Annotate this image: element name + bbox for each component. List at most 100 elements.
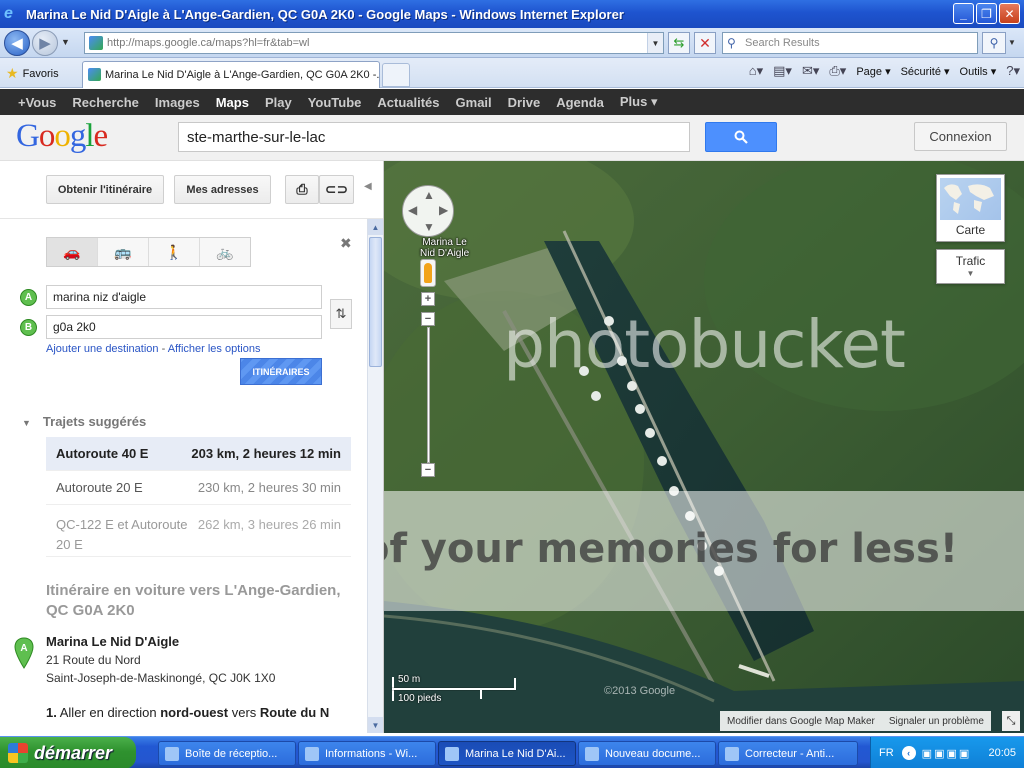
destination-input[interactable]: g0a 2k0 bbox=[46, 315, 322, 339]
mail-icon[interactable]: ✉▾ bbox=[802, 63, 819, 79]
map-maker-link[interactable]: Modifier dans Google Map Maker bbox=[720, 716, 882, 727]
suggested-routes-heading[interactable]: ▼ Trajets suggérés bbox=[22, 414, 146, 429]
transit-mode-icon[interactable]: 🚌 bbox=[98, 238, 149, 266]
language-indicator[interactable]: FR bbox=[879, 747, 894, 759]
maps-search-button[interactable] bbox=[705, 122, 777, 152]
panel-scrollbar[interactable]: ▲ ▼ bbox=[367, 219, 383, 733]
place-address-line1: 21 Route du Nord bbox=[46, 653, 141, 667]
gbar-item-more[interactable]: Plus ▾ bbox=[620, 94, 658, 110]
refresh-button[interactable]: ⇆ bbox=[668, 32, 690, 54]
map-place-label[interactable]: Marina Le Nid D'Aigle bbox=[420, 237, 469, 259]
gbar-item-maps[interactable]: Maps bbox=[216, 95, 249, 110]
origin-input[interactable]: marina niz d'aigle bbox=[46, 285, 322, 309]
show-options-link[interactable]: Afficher les options bbox=[168, 343, 261, 355]
taskbar-item[interactable]: Correcteur - Anti... bbox=[718, 741, 858, 766]
pan-left-icon[interactable]: ◀ bbox=[408, 203, 417, 217]
traffic-label: Trafic bbox=[955, 254, 986, 268]
zoom-in-button[interactable]: + bbox=[421, 292, 435, 306]
directions-scroll-area: 🚗 🚌 🚶 🚲 ✖ A marina niz d'aigle B g0a 2k0… bbox=[0, 219, 383, 733]
taskbar-item[interactable]: Nouveau docume... bbox=[578, 741, 716, 766]
home-icon[interactable]: ⌂▾ bbox=[749, 63, 763, 79]
show-hidden-icons-icon[interactable]: ‹ bbox=[901, 746, 916, 760]
gbar-item-play[interactable]: Play bbox=[265, 95, 292, 110]
pan-down-icon[interactable]: ▼ bbox=[423, 220, 435, 234]
pan-control[interactable]: ▲ ▼ ◀ ▶ bbox=[402, 185, 454, 237]
url-dropdown-icon[interactable]: ▼ bbox=[647, 33, 663, 53]
maps-search-input[interactable]: ste-marthe-sur-le-lac bbox=[178, 122, 690, 152]
zoom-slider[interactable] bbox=[427, 327, 430, 463]
google-logo[interactable]: Google bbox=[16, 118, 108, 155]
zoom-min-button[interactable]: − bbox=[421, 463, 435, 477]
tray-icons[interactable]: ▣▣▣▣ bbox=[922, 747, 972, 760]
taskbar-item[interactable]: Boîte de réceptio... bbox=[158, 741, 296, 766]
car-mode-icon[interactable]: 🚗 bbox=[47, 238, 98, 266]
scroll-up-icon[interactable]: ▲ bbox=[368, 219, 383, 235]
new-tab-button[interactable] bbox=[382, 63, 410, 87]
favorites-button[interactable]: ★ Favoris bbox=[6, 65, 59, 82]
step-road: Route du N bbox=[259, 705, 330, 720]
walk-mode-icon[interactable]: 🚶 bbox=[149, 238, 200, 266]
swap-button[interactable]: ⇅ bbox=[330, 299, 352, 329]
gbar-item-gmail[interactable]: Gmail bbox=[456, 95, 492, 110]
favorites-star-icon: ★ bbox=[6, 65, 19, 81]
windows-taskbar: démarrer Boîte de réceptio... Informatio… bbox=[0, 736, 1024, 768]
forward-button[interactable]: ▶ bbox=[32, 30, 58, 56]
map-type-button[interactable]: Carte bbox=[936, 174, 1005, 242]
scroll-down-icon[interactable]: ▼ bbox=[368, 717, 383, 733]
close-directions-icon[interactable]: ✖ bbox=[340, 235, 352, 252]
tab-active[interactable]: Marina Le Nid D'Aigle à L'Ange-Gardien, … bbox=[82, 61, 380, 88]
get-directions-button[interactable]: Obtenir l'itinéraire bbox=[46, 175, 164, 204]
minimize-button[interactable]: _ bbox=[953, 3, 974, 24]
collapse-panel-icon[interactable]: ◀ bbox=[364, 181, 372, 192]
map-canvas[interactable]: photobucket of your memories for less! ▲… bbox=[384, 161, 1024, 733]
tools-menu[interactable]: Outils ▾ bbox=[960, 65, 997, 78]
taskbar-item[interactable]: Informations - Wi... bbox=[298, 741, 436, 766]
route-option[interactable]: Autoroute 40 E 203 km, 2 heures 12 min bbox=[46, 437, 351, 471]
close-window-button[interactable]: ✕ bbox=[999, 3, 1020, 24]
link-button[interactable]: ⊂⊃ bbox=[319, 175, 354, 204]
gbar-item-calendar[interactable]: Agenda bbox=[556, 95, 604, 110]
route-option[interactable]: QC-122 E et Autoroute 20 E 262 km, 3 heu… bbox=[46, 507, 351, 557]
route-name: Autoroute 40 E bbox=[56, 446, 149, 461]
browser-search-button[interactable]: ⚲ bbox=[982, 32, 1006, 54]
gbar-item-youtube[interactable]: YouTube bbox=[308, 95, 362, 110]
print-button[interactable]: ⎙ bbox=[285, 175, 319, 204]
security-menu[interactable]: Sécurité ▾ bbox=[901, 65, 950, 78]
gbar-item-news[interactable]: Actualités bbox=[377, 95, 439, 110]
help-icon[interactable]: ?▾ bbox=[1006, 63, 1020, 79]
add-destination-link[interactable]: Ajouter une destination bbox=[46, 343, 159, 355]
search-dropdown-icon[interactable]: ▼ bbox=[1008, 38, 1016, 47]
start-button[interactable]: démarrer bbox=[0, 737, 136, 768]
stop-button[interactable]: ✕ bbox=[694, 32, 716, 54]
browser-search-input[interactable]: ⚲ Search Results bbox=[722, 32, 978, 54]
back-button[interactable]: ◀ bbox=[4, 30, 30, 56]
taskbar-item-active[interactable]: Marina Le Nid D'Ai... bbox=[438, 741, 576, 766]
gbar-item-images[interactable]: Images bbox=[155, 95, 200, 110]
print-icon[interactable]: ⎙▾ bbox=[829, 63, 846, 79]
scrollbar-thumb[interactable] bbox=[369, 237, 382, 367]
history-dropdown-icon[interactable]: ▼ bbox=[61, 37, 70, 47]
gbar-item-search[interactable]: Recherche bbox=[72, 95, 138, 110]
gbar-item-plus[interactable]: +Vous bbox=[18, 95, 56, 110]
bike-mode-icon[interactable]: 🚲 bbox=[200, 238, 250, 266]
sign-in-button[interactable]: Connexion bbox=[914, 122, 1007, 151]
zoom-out-button[interactable]: − bbox=[421, 312, 435, 326]
document-icon bbox=[585, 746, 599, 761]
pegman-icon[interactable] bbox=[420, 259, 436, 287]
traffic-button[interactable]: Trafic ▼ bbox=[936, 249, 1005, 284]
direction-step[interactable]: 1. Aller en direction nord-ouest vers Ro… bbox=[46, 704, 336, 721]
pan-up-icon[interactable]: ▲ bbox=[423, 188, 435, 202]
report-problem-link[interactable]: Signaler un problème bbox=[882, 716, 991, 727]
pan-right-icon[interactable]: ▶ bbox=[439, 203, 448, 217]
route-option[interactable]: Autoroute 20 E 230 km, 2 heures 30 min bbox=[46, 471, 351, 505]
maximize-button[interactable]: ❐ bbox=[976, 3, 997, 24]
scale-bar: 50 m 100 pieds bbox=[392, 673, 516, 707]
place-name[interactable]: Marina Le Nid D'Aigle bbox=[46, 634, 179, 649]
my-places-button[interactable]: Mes adresses bbox=[174, 175, 271, 204]
page-menu[interactable]: Page ▾ bbox=[856, 65, 890, 78]
expand-map-icon[interactable]: ⤡ bbox=[1002, 711, 1020, 731]
get-itinerary-button[interactable]: ITINÉRAIRES bbox=[240, 358, 322, 385]
feeds-icon[interactable]: ▤▾ bbox=[773, 63, 792, 79]
gbar-item-drive[interactable]: Drive bbox=[508, 95, 541, 110]
url-input[interactable]: http://maps.google.ca/maps?hl=fr&tab=wl … bbox=[84, 32, 664, 54]
